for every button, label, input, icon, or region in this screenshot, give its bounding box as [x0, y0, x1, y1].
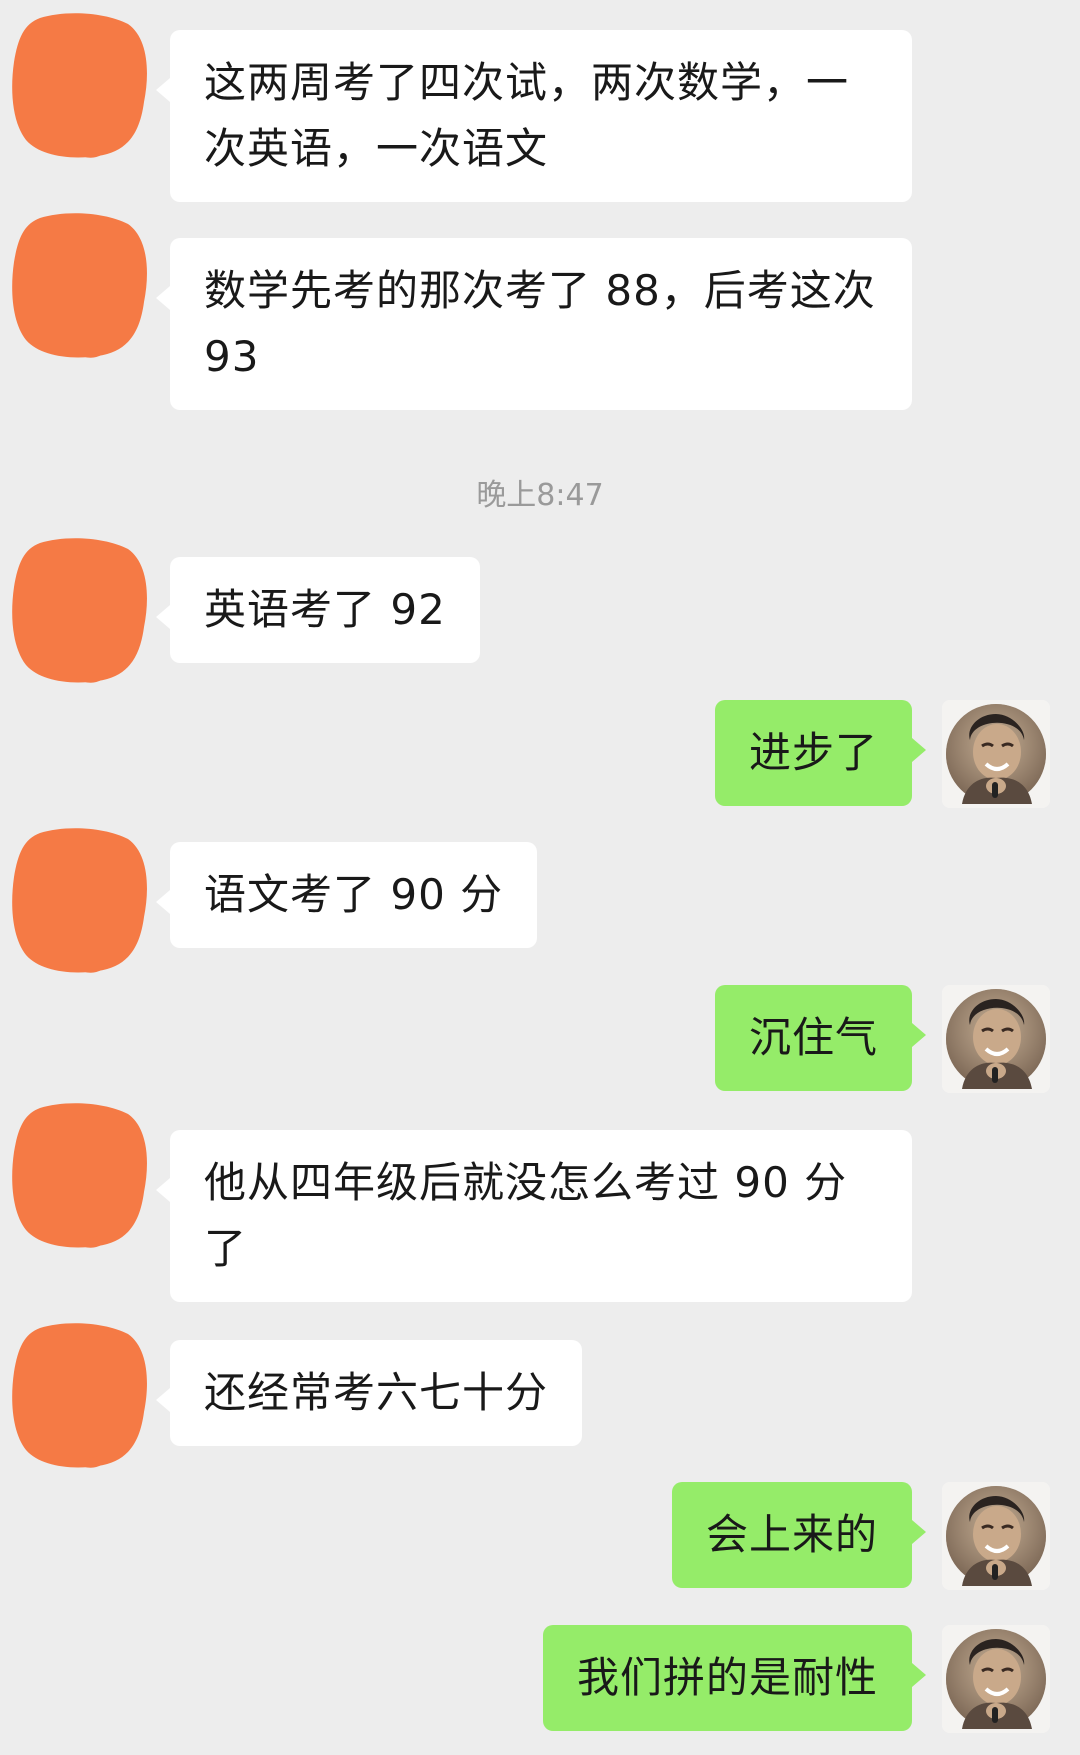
redacted-avatar-icon[interactable]	[10, 1100, 150, 1250]
outgoing-message-bubble[interactable]: 沉住气	[714, 985, 927, 1091]
incoming-message-bubble[interactable]: 英语考了 92	[156, 557, 480, 663]
incoming-message-bubble[interactable]: 语文考了 90 分	[155, 842, 538, 948]
redacted-avatar-icon[interactable]	[10, 535, 150, 685]
incoming-message-bubble[interactable]: 数学先考的那次考了 88，后考这次 93	[156, 238, 912, 410]
user-photo-avatar[interactable]	[942, 1625, 1050, 1733]
incoming-message-bubble[interactable]: 还经常考六七十分	[155, 1340, 583, 1446]
user-photo-avatar[interactable]	[942, 1482, 1050, 1590]
user-photo-avatar[interactable]	[942, 700, 1050, 808]
redacted-avatar-icon[interactable]	[10, 210, 150, 360]
incoming-message-bubble[interactable]: 他从四年级后就没怎么考过 90 分了	[156, 1130, 912, 1302]
redacted-avatar-icon[interactable]	[10, 1320, 150, 1470]
chat-timestamp: 晚上8:47	[476, 478, 604, 513]
outgoing-message-bubble[interactable]: 进步了	[714, 700, 927, 806]
outgoing-message-bubble[interactable]: 会上来的	[671, 1482, 927, 1588]
outgoing-message-bubble[interactable]: 我们拼的是耐性	[542, 1625, 927, 1731]
user-photo-avatar[interactable]	[942, 985, 1050, 1093]
redacted-avatar-icon[interactable]	[10, 10, 150, 160]
incoming-message-bubble[interactable]: 这两周考了四次试，两次数学，一次英语，一次语文	[156, 30, 912, 202]
redacted-avatar-icon[interactable]	[10, 825, 150, 975]
